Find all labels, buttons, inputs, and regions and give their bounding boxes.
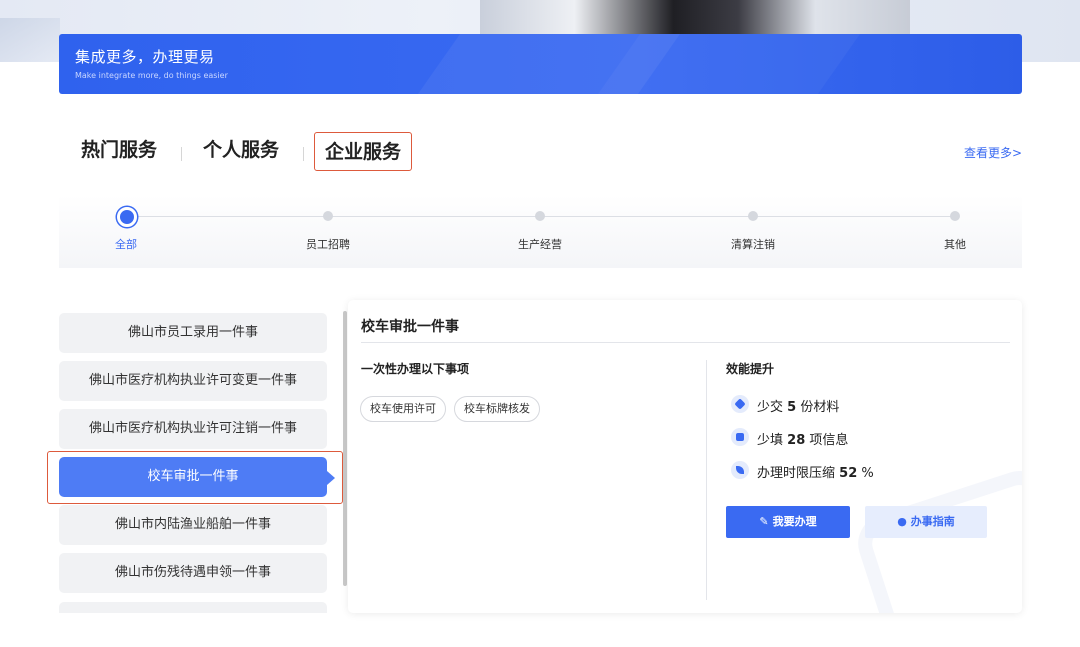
list-scrollbar[interactable] bbox=[343, 311, 347, 586]
efficiency-text: 少填 28 项信息 bbox=[757, 433, 849, 448]
watermark-decoration bbox=[850, 463, 1022, 613]
step-dot bbox=[950, 211, 960, 221]
banner-title: 集成更多，办理更易 bbox=[75, 48, 215, 66]
pen-icon: ✎ bbox=[759, 515, 769, 528]
efficiency-heading: 效能提升 bbox=[726, 362, 775, 376]
detail-panel: 校车审批一件事 一次性办理以下事项 校车使用许可 校车标牌核发 效能提升 少交 … bbox=[348, 300, 1022, 613]
banner-subtitle: Make integrate more, do things easier bbox=[75, 71, 228, 80]
tab-divider bbox=[303, 147, 304, 161]
guide-button[interactable]: ● 办事指南 bbox=[865, 506, 987, 538]
step-label: 员工招聘 bbox=[306, 238, 350, 251]
step-label: 清算注销 bbox=[731, 238, 775, 251]
calendar-icon bbox=[731, 428, 749, 446]
service-tabs: 热门服务 个人服务 企业服务 bbox=[68, 131, 568, 171]
list-item[interactable]: 佛山市伤残待遇申领一件事 bbox=[59, 553, 327, 593]
banner: 集成更多，办理更易 Make integrate more, do things… bbox=[59, 34, 1022, 94]
list-item[interactable]: 佛山市医疗机构执业许可注销一件事 bbox=[59, 409, 327, 449]
apply-button[interactable]: ✎ 我要办理 bbox=[726, 506, 850, 538]
step-label: 其他 bbox=[944, 238, 966, 251]
step-dot bbox=[535, 211, 545, 221]
step-dot bbox=[323, 211, 333, 221]
category-steps: 全部 员工招聘 生产经营 清算注销 其他 bbox=[59, 195, 1022, 268]
step-liquidation[interactable]: 清算注销 bbox=[703, 195, 803, 268]
step-dot bbox=[117, 207, 137, 227]
layers-icon bbox=[731, 395, 749, 413]
feather-icon bbox=[731, 461, 749, 479]
step-label: 生产经营 bbox=[518, 238, 562, 251]
step-label: 全部 bbox=[115, 238, 137, 251]
hero-photo bbox=[480, 0, 910, 34]
detail-title: 校车审批一件事 bbox=[361, 319, 459, 335]
banner-decoration bbox=[597, 34, 861, 94]
view-more-link[interactable]: 查看更多> bbox=[964, 144, 1022, 161]
tab-hot-services[interactable]: 热门服务 bbox=[81, 131, 157, 170]
list-item[interactable]: 佛山市内陆渔业船舶一件事 bbox=[59, 505, 327, 545]
column-divider bbox=[706, 360, 707, 600]
tab-divider bbox=[181, 147, 182, 161]
efficiency-text: 办理时限压缩 52 % bbox=[757, 466, 874, 481]
list-item[interactable]: 佛山市员工录用一件事 bbox=[59, 313, 327, 353]
tab-personal-services[interactable]: 个人服务 bbox=[203, 131, 279, 170]
step-dot bbox=[748, 211, 758, 221]
selection-highlight-box bbox=[47, 451, 343, 504]
divider bbox=[361, 342, 1010, 343]
items-heading: 一次性办理以下事项 bbox=[361, 362, 470, 376]
compass-icon: ● bbox=[897, 515, 907, 528]
hero-decoration bbox=[0, 18, 60, 62]
step-operations[interactable]: 生产经营 bbox=[490, 195, 590, 268]
efficiency-text: 少交 5 份材料 bbox=[757, 400, 840, 415]
step-recruitment[interactable]: 员工招聘 bbox=[278, 195, 378, 268]
list-item[interactable]: 佛山市医疗机构执业许可变更一件事 bbox=[59, 361, 327, 401]
apply-button-label: 我要办理 bbox=[772, 515, 817, 528]
step-all[interactable]: 全部 bbox=[76, 195, 176, 268]
tab-enterprise-services[interactable]: 企业服务 bbox=[314, 132, 413, 171]
item-chip[interactable]: 校车标牌核发 bbox=[454, 396, 540, 422]
item-chip[interactable]: 校车使用许可 bbox=[360, 396, 446, 422]
guide-button-label: 办事指南 bbox=[910, 515, 955, 528]
step-other[interactable]: 其他 bbox=[905, 195, 1005, 268]
list-item-partial[interactable] bbox=[59, 602, 327, 613]
